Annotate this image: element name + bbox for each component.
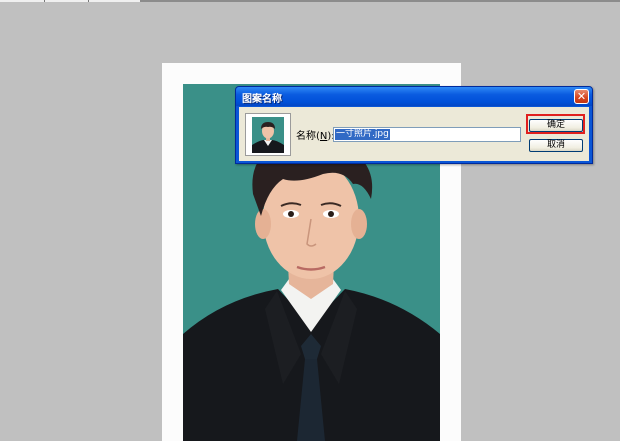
pattern-name-dialog: 图案名称 ✕ 名称(N): 一寸照片.jpg 确定 取消 — [235, 86, 593, 164]
name-label-prefix: 名称( — [296, 131, 320, 142]
name-input[interactable]: 一寸照片.jpg — [333, 127, 521, 142]
top-tab-fragments[interactable] — [0, 0, 140, 2]
name-label: 名称(N): — [296, 127, 335, 142]
dialog-body: 名称(N): 一寸照片.jpg 确定 取消 — [239, 107, 589, 161]
close-icon[interactable]: ✕ — [574, 89, 589, 104]
ok-button[interactable]: 确定 — [529, 119, 583, 132]
name-input-value: 一寸照片.jpg — [335, 129, 390, 140]
cancel-button[interactable]: 取消 — [529, 139, 583, 152]
top-toolbar-strip — [0, 0, 620, 2]
pattern-thumbnail — [245, 113, 291, 156]
dialog-title: 图案名称 — [242, 94, 282, 105]
dialog-titlebar[interactable]: 图案名称 ✕ — [236, 87, 592, 106]
thumbnail-image — [252, 117, 284, 153]
